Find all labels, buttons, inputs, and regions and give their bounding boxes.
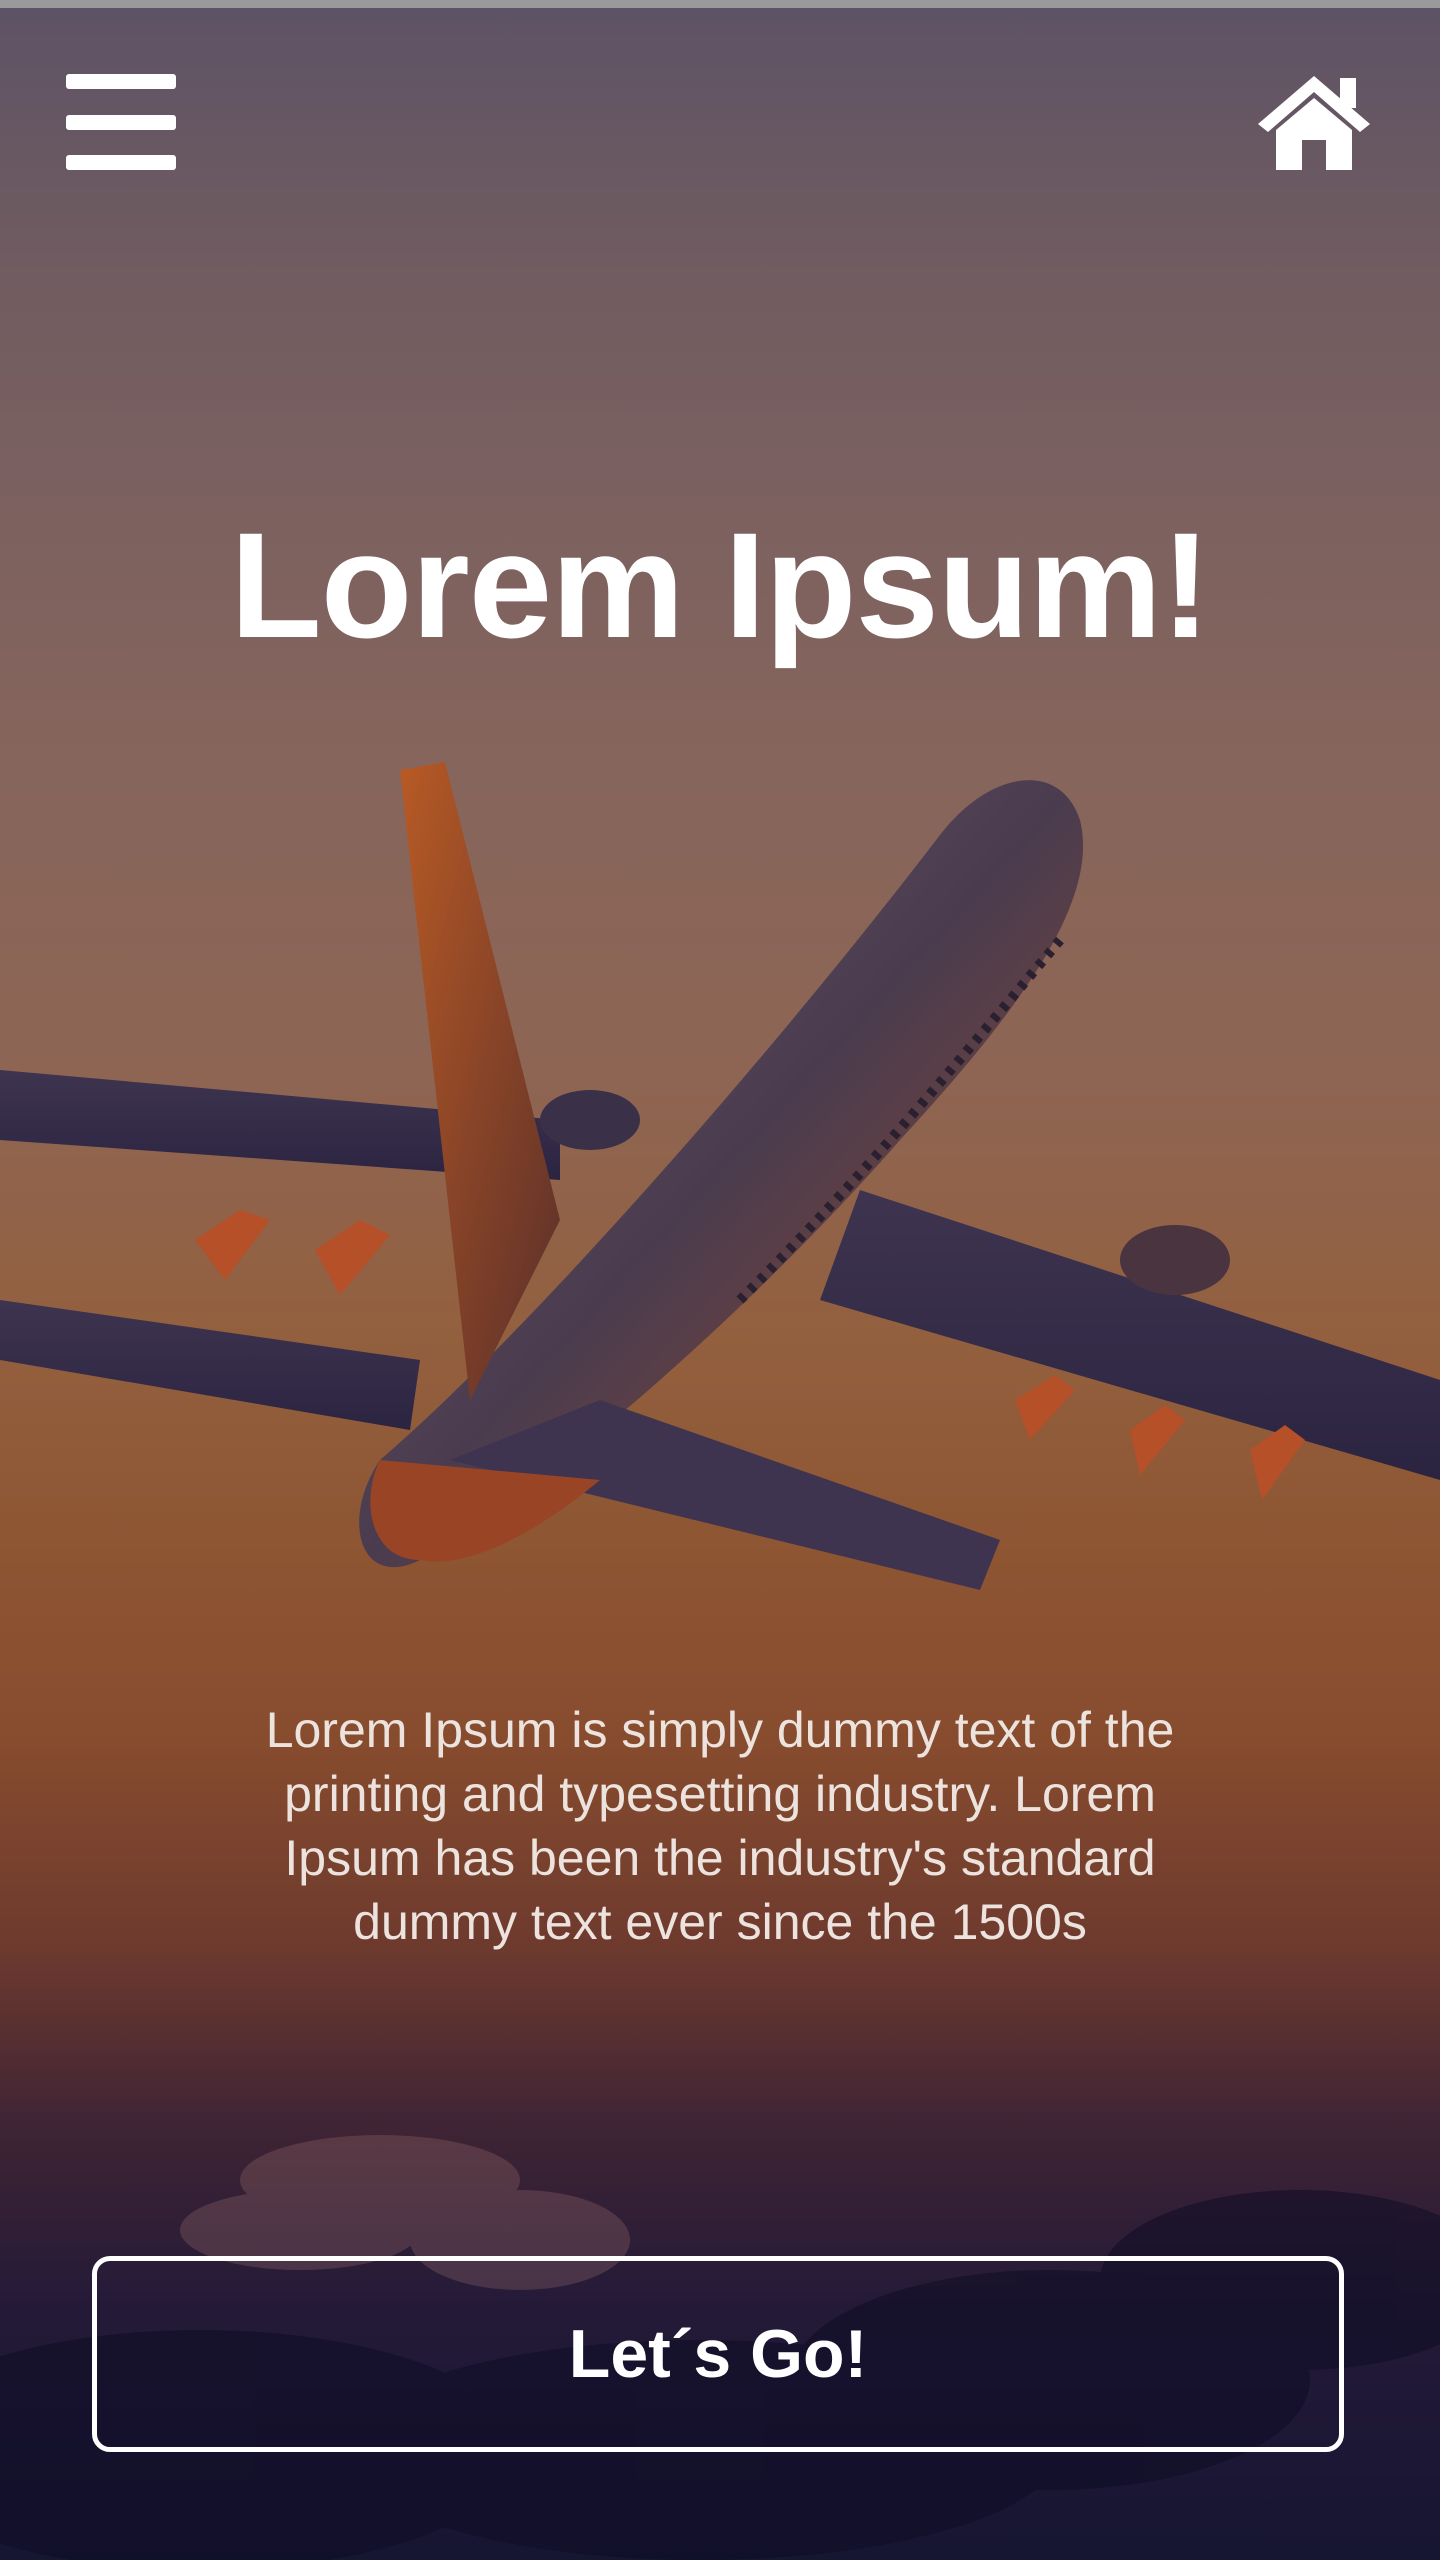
status-strip	[0, 0, 1440, 8]
landing-screen: Lorem Ipsum! Lorem Ipsum is simply dummy…	[0, 0, 1440, 2560]
home-button[interactable]	[1254, 72, 1374, 172]
hero-description: Lorem Ipsum is simply dummy text of the …	[265, 1702, 1175, 1950]
home-icon	[1258, 76, 1370, 170]
hamburger-menu-icon	[66, 74, 176, 89]
hero-title: Lorem Ipsum!	[230, 501, 1211, 669]
lets-go-button[interactable]: Let´s Go!	[92, 2256, 1344, 2452]
airplane-illustration	[0, 762, 1440, 1590]
menu-button[interactable]	[66, 74, 176, 170]
